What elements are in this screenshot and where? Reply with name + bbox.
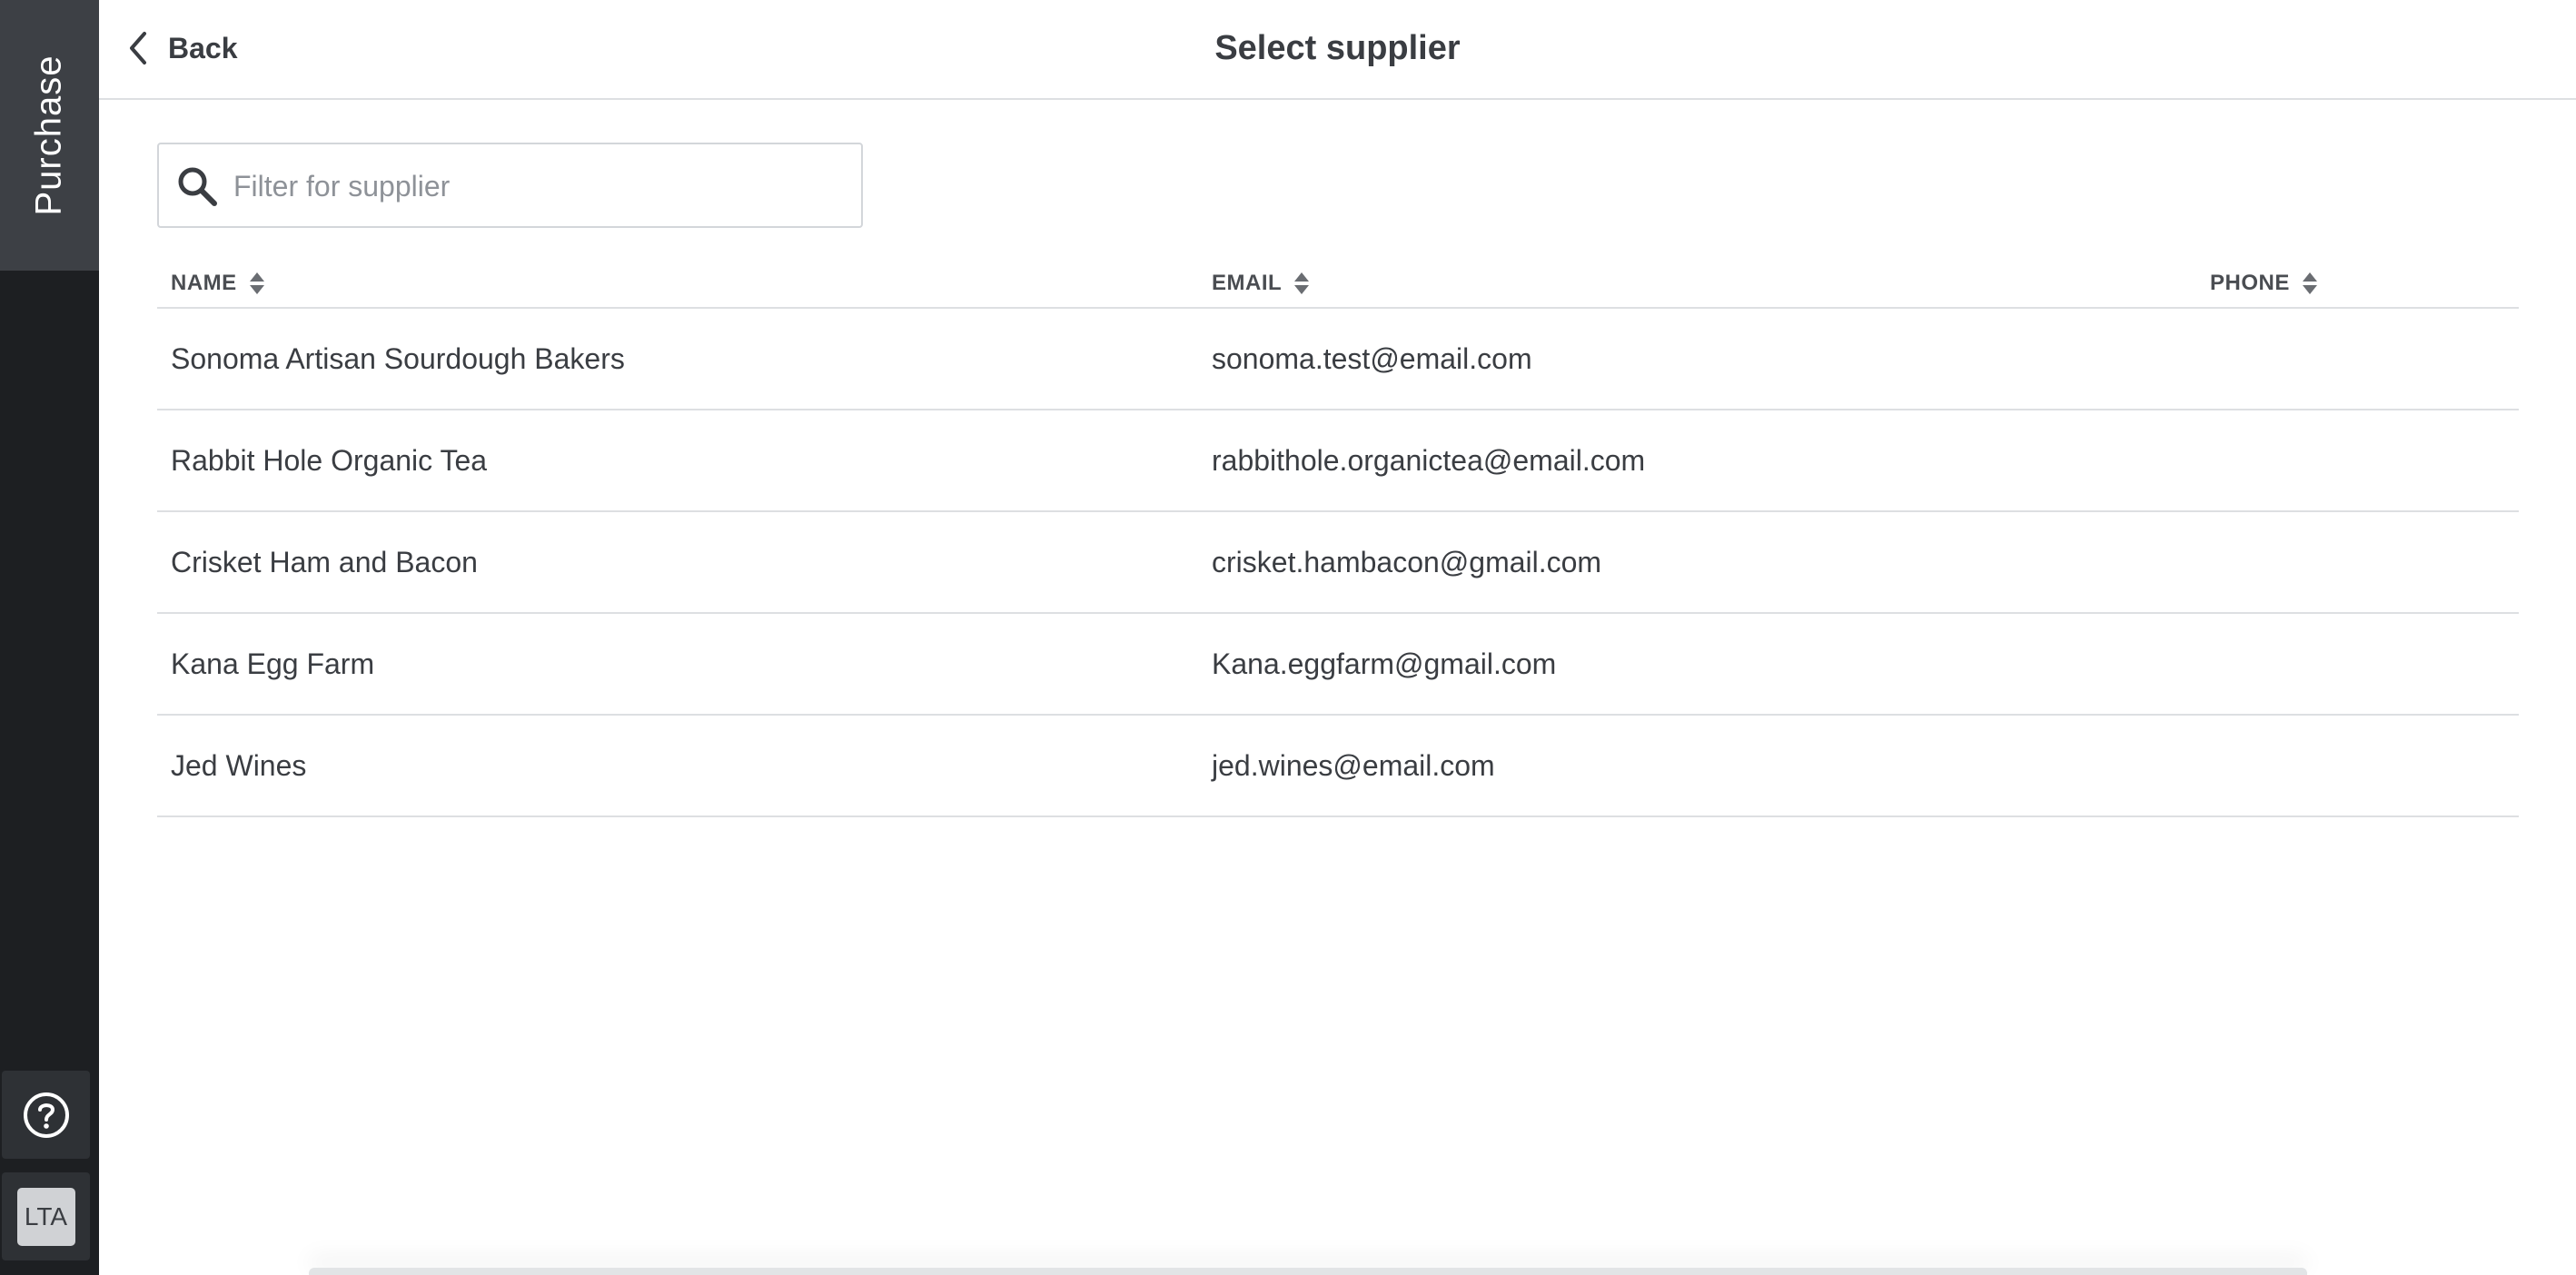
supplier-email: Kana.eggfarm@gmail.com <box>1212 647 1557 680</box>
sidebar: Purchase LTA <box>0 0 99 1275</box>
column-header-name[interactable]: NAME <box>171 260 266 307</box>
table-row[interactable]: Rabbit Hole Organic Tea rabbithole.organ… <box>157 410 2519 512</box>
sort-icon <box>249 272 264 294</box>
search-input[interactable] <box>232 144 853 228</box>
sidebar-tab-purchase[interactable]: Purchase <box>0 0 99 271</box>
page-header: Back Select supplier <box>99 0 2576 100</box>
search-icon <box>178 167 217 206</box>
column-header-phone[interactable]: PHONE <box>2210 260 2319 307</box>
supplier-name: Jed Wines <box>171 749 307 782</box>
help-button[interactable] <box>2 1071 90 1159</box>
supplier-name: Rabbit Hole Organic Tea <box>171 444 488 477</box>
supplier-name: Sonoma Artisan Sourdough Bakers <box>171 342 625 375</box>
supplier-email: rabbithole.organictea@email.com <box>1212 444 1646 477</box>
supplier-name: Crisket Ham and Bacon <box>171 546 478 578</box>
column-header-label: EMAIL <box>1212 271 1283 295</box>
table-row[interactable]: Sonoma Artisan Sourdough Bakers sonoma.t… <box>157 309 2519 410</box>
user-menu-button[interactable]: LTA <box>2 1172 90 1260</box>
user-avatar: LTA <box>16 1187 75 1246</box>
sort-icon <box>1294 272 1310 294</box>
supplier-email: crisket.hambacon@gmail.com <box>1212 546 1602 578</box>
table-header: NAME EMAIL PHONE <box>157 260 2519 309</box>
bottom-sheet-edge <box>309 1268 2307 1275</box>
table-row[interactable]: Jed Wines jed.wines@email.com <box>157 716 2519 817</box>
sort-icon <box>2302 272 2317 294</box>
search-box[interactable] <box>157 143 863 228</box>
column-header-email[interactable]: EMAIL <box>1212 260 1311 307</box>
help-circle-icon <box>23 1092 69 1138</box>
supplier-email: jed.wines@email.com <box>1212 749 1495 782</box>
table-row[interactable]: Kana Egg Farm Kana.eggfarm@gmail.com <box>157 614 2519 716</box>
supplier-email: sonoma.test@email.com <box>1212 342 1532 375</box>
sidebar-tab-label: Purchase <box>28 54 69 216</box>
column-header-label: PHONE <box>2210 271 2290 295</box>
column-header-label: NAME <box>171 271 237 295</box>
supplier-table: NAME EMAIL PHONE Sonoma Artisan Sourdoug… <box>157 260 2519 817</box>
page-title: Select supplier <box>1214 29 1461 67</box>
table-row[interactable]: Crisket Ham and Bacon crisket.hambacon@g… <box>157 512 2519 614</box>
supplier-name: Kana Egg Farm <box>171 647 375 680</box>
app-window: Purchase LTA Back Select supplier Filter… <box>0 0 2576 1275</box>
